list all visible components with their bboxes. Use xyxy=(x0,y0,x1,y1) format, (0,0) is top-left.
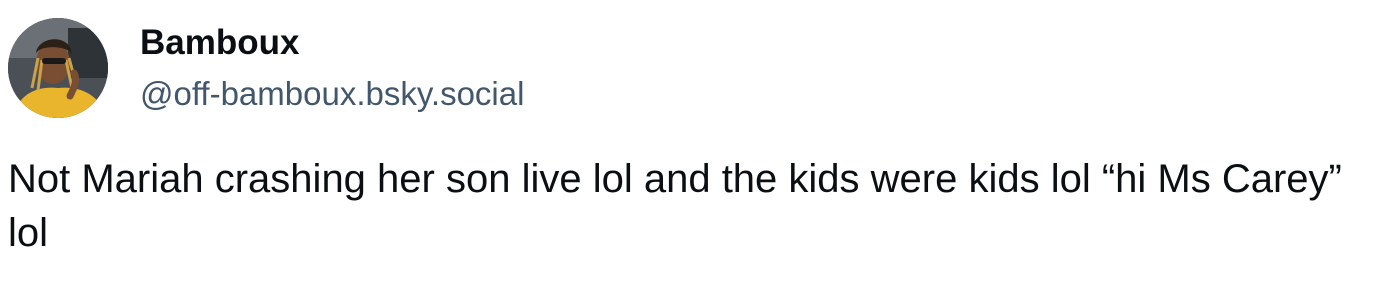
post-text: Not Mariah crashing her son live lol and… xyxy=(8,157,1342,255)
post-card: Bamboux @off-bamboux.bsky.social Not Mar… xyxy=(0,0,1400,281)
author-handle[interactable]: @off-bamboux.bsky.social xyxy=(140,74,524,114)
user-avatar-photo-icon xyxy=(8,18,108,118)
avatar[interactable] xyxy=(8,18,108,118)
author-display-name[interactable]: Bamboux xyxy=(140,22,524,64)
post-author: Bamboux @off-bamboux.bsky.social xyxy=(140,22,524,114)
